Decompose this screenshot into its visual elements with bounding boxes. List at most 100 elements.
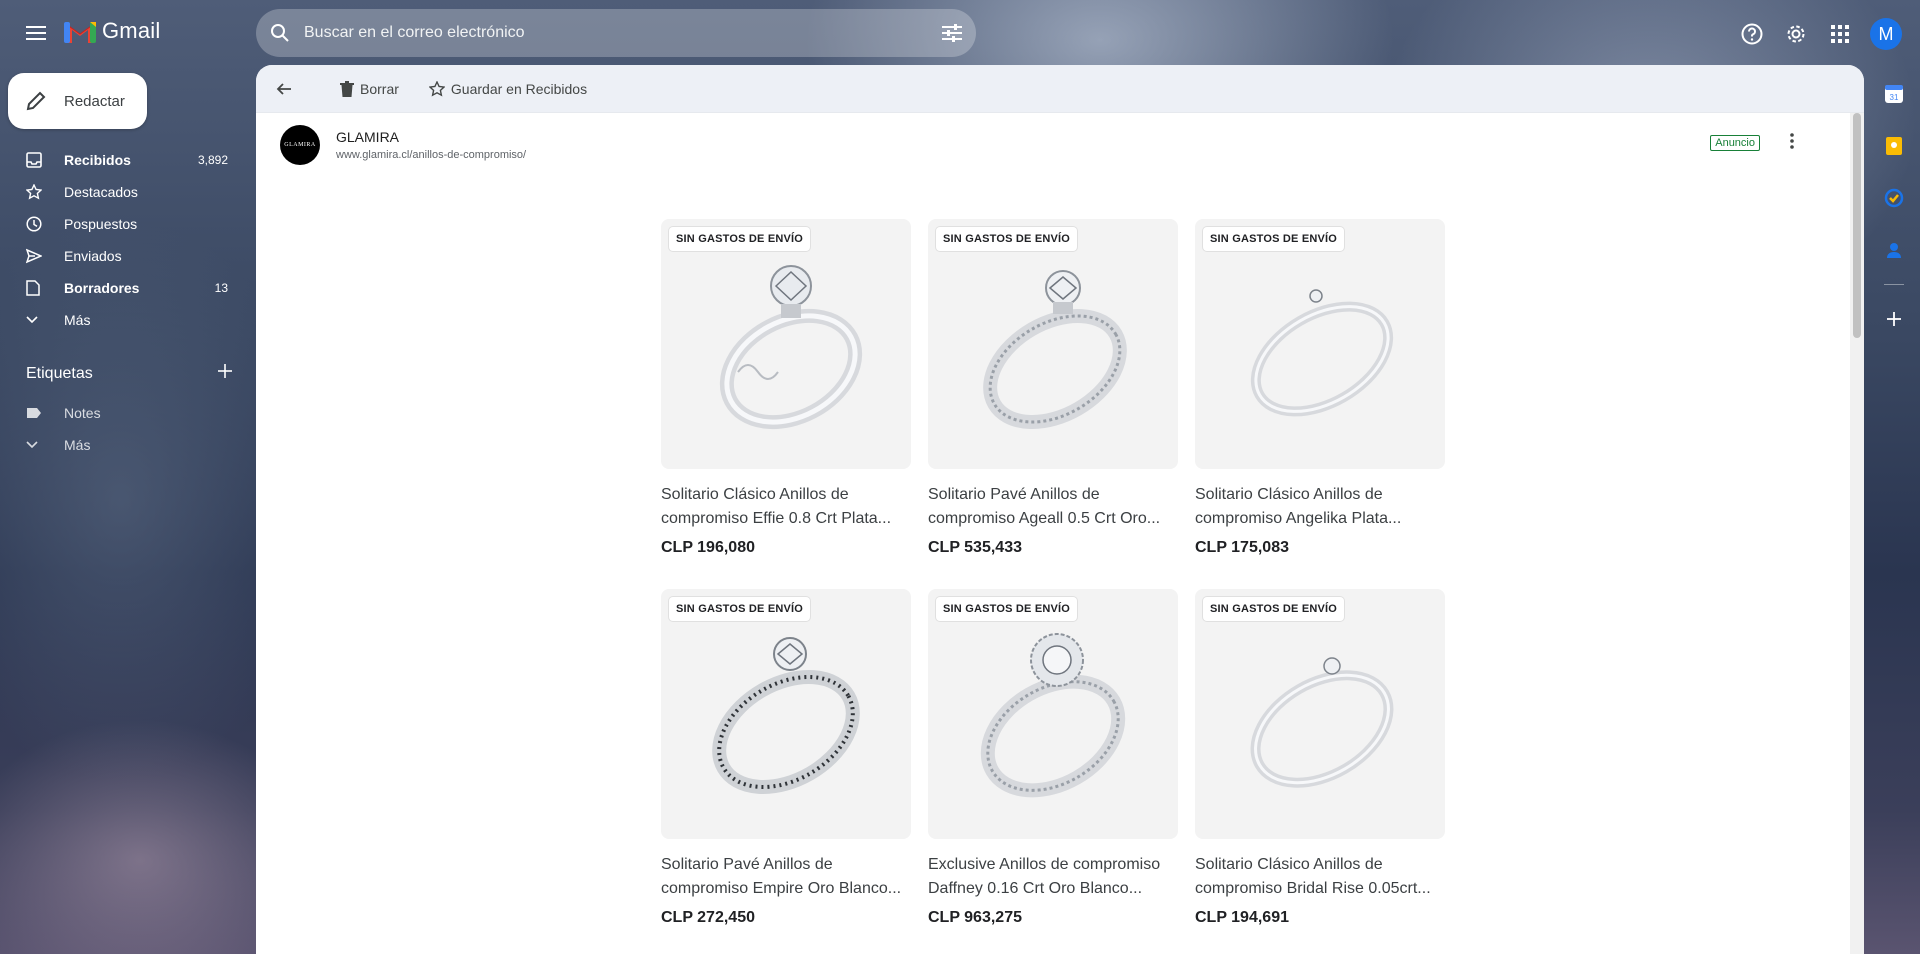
- star-outline-icon: [428, 80, 445, 97]
- top-bar: Gmail M: [0, 0, 1920, 66]
- sender-avatar: GLAMIRA: [280, 125, 320, 165]
- add-label-button[interactable]: [218, 364, 232, 383]
- product-title[interactable]: Solitario Pavé Anillos de compromiso Emp…: [661, 853, 911, 901]
- sidebar-item-label: Enviados: [64, 248, 122, 264]
- labels-header: Etiquetas: [26, 364, 232, 383]
- tasks-button[interactable]: [1878, 180, 1910, 216]
- product-title[interactable]: Exclusive Anillos de compromiso Daffney …: [928, 853, 1178, 901]
- calendar-button[interactable]: 31: [1878, 76, 1910, 112]
- back-button[interactable]: [264, 69, 304, 109]
- delete-button[interactable]: Borrar: [332, 69, 407, 109]
- star-icon: [26, 184, 64, 200]
- gmail-logo-text: Gmail: [102, 18, 161, 43]
- sidebar-item-label-notes[interactable]: Notes: [0, 397, 240, 429]
- product-card[interactable]: SIN GASTOS DE ENVÍO Exclusive Anillos de…: [928, 589, 1178, 927]
- gmail-logo[interactable]: Gmail: [64, 18, 160, 44]
- ad-badge: Anuncio: [1710, 135, 1760, 151]
- save-to-inbox-button[interactable]: Guardar en Recibidos: [421, 69, 595, 109]
- contacts-icon: [1887, 243, 1901, 258]
- sidebar-item-sent[interactable]: Enviados: [0, 240, 240, 272]
- sidebar-item-label: Más: [64, 437, 91, 453]
- free-shipping-badge: SIN GASTOS DE ENVÍO: [1203, 597, 1345, 621]
- ring-icon: [719, 265, 863, 430]
- more-options-button[interactable]: [1780, 129, 1804, 153]
- search-input[interactable]: [304, 24, 928, 42]
- trash-icon: [340, 80, 354, 97]
- sidebar-item-inbox[interactable]: Recibidos 3,892: [0, 144, 240, 176]
- search-options-button[interactable]: [928, 9, 976, 57]
- message-panel: Borrar Guardar en Recibidos GLAMIRA GLAM…: [256, 65, 1864, 954]
- unread-count: 3,892: [197, 153, 228, 167]
- hamburger-menu-icon: [26, 26, 46, 40]
- sidebar-item-snoozed[interactable]: Pospuestos: [0, 208, 240, 240]
- labels-title: Etiquetas: [26, 364, 93, 382]
- main-menu-button[interactable]: [16, 16, 56, 50]
- more-vert-icon: [1790, 133, 1794, 149]
- product-image[interactable]: SIN GASTOS DE ENVÍO: [928, 589, 1178, 839]
- help-icon: [1741, 23, 1763, 45]
- free-shipping-badge: SIN GASTOS DE ENVÍO: [669, 227, 811, 251]
- product-image[interactable]: SIN GASTOS DE ENVÍO: [928, 219, 1178, 469]
- get-addons-button[interactable]: [1878, 301, 1910, 337]
- message-toolbar: Borrar Guardar en Recibidos: [256, 65, 1864, 113]
- scrollbar-thumb[interactable]: [1853, 113, 1861, 338]
- pencil-icon: [8, 91, 64, 111]
- product-image[interactable]: SIN GASTOS DE ENVÍO: [1195, 589, 1445, 839]
- account-avatar[interactable]: M: [1870, 18, 1902, 50]
- search-bar[interactable]: [256, 9, 976, 57]
- product-title[interactable]: Solitario Clásico Anillos de compromiso …: [661, 483, 911, 531]
- support-button[interactable]: [1732, 14, 1772, 54]
- compose-label: Redactar: [64, 92, 125, 110]
- draft-icon: [26, 280, 64, 296]
- arrow-back-icon: [276, 82, 291, 95]
- product-card[interactable]: SIN GASTOS DE ENVÍO Solitario Pavé Anill…: [928, 219, 1178, 557]
- chevron-down-icon: [26, 316, 64, 324]
- sidebar-item-label: Recibidos: [64, 152, 131, 168]
- product-image[interactable]: SIN GASTOS DE ENVÍO: [661, 589, 911, 839]
- product-price: CLP 175,083: [1195, 539, 1289, 556]
- product-price: CLP 272,450: [661, 909, 755, 926]
- product-card[interactable]: SIN GASTOS DE ENVÍO Solitario Clásico An…: [661, 219, 911, 557]
- product-title[interactable]: Solitario Clásico Anillos de compromiso …: [1195, 483, 1445, 531]
- product-image[interactable]: SIN GASTOS DE ENVÍO: [661, 219, 911, 469]
- label-icon: [26, 407, 64, 419]
- apps-grid-icon: [1831, 25, 1849, 43]
- product-card[interactable]: SIN GASTOS DE ENVÍO Solitario Clásico An…: [1195, 589, 1445, 927]
- apps-button[interactable]: [1820, 14, 1860, 54]
- product-price: CLP 963,275: [928, 909, 1022, 926]
- plus-icon: [1887, 312, 1901, 326]
- delete-label: Borrar: [360, 80, 399, 97]
- compose-button[interactable]: Redactar: [8, 73, 147, 129]
- message-scrollbar[interactable]: [1850, 113, 1864, 954]
- product-card[interactable]: SIN GASTOS DE ENVÍO Solitario Pavé Anill…: [661, 589, 911, 927]
- sender-url[interactable]: www.glamira.cl/anillos-de-compromiso/: [336, 149, 526, 161]
- gear-icon: [1787, 25, 1805, 43]
- side-panel-rail: 31: [1868, 76, 1920, 337]
- sidebar-item-more[interactable]: Más: [0, 304, 240, 336]
- tune-icon: [942, 24, 962, 42]
- search-button[interactable]: [256, 9, 304, 57]
- product-price: CLP 196,080: [661, 539, 755, 556]
- labels-list: Notes Más: [0, 397, 240, 461]
- inbox-icon: [26, 152, 64, 168]
- product-card[interactable]: SIN GASTOS DE ENVÍO Solitario Clásico An…: [1195, 219, 1445, 557]
- top-right-icons: M: [1732, 14, 1902, 54]
- sidebar-item-labels-more[interactable]: Más: [0, 429, 240, 461]
- settings-button[interactable]: [1776, 14, 1816, 54]
- chevron-down-icon: [26, 441, 64, 449]
- product-price: CLP 194,691: [1195, 909, 1289, 926]
- save-to-inbox-label: Guardar en Recibidos: [450, 80, 588, 97]
- keep-button[interactable]: [1878, 128, 1910, 164]
- product-grid: SIN GASTOS DE ENVÍO Solitario Clásico An…: [661, 219, 1451, 927]
- sidebar-item-drafts[interactable]: Borradores 13: [0, 272, 240, 304]
- contacts-button[interactable]: [1878, 232, 1910, 268]
- sidebar-item-starred[interactable]: Destacados: [0, 176, 240, 208]
- sender-name: GLAMIRA: [336, 129, 400, 145]
- free-shipping-badge: SIN GASTOS DE ENVÍO: [669, 597, 811, 621]
- product-image[interactable]: SIN GASTOS DE ENVÍO: [1195, 219, 1445, 469]
- product-title[interactable]: Solitario Pavé Anillos de compromiso Age…: [928, 483, 1178, 531]
- keep-icon: [1886, 137, 1902, 155]
- product-title[interactable]: Solitario Clásico Anillos de compromiso …: [1195, 853, 1445, 901]
- sender-info: GLAMIRA www.glamira.cl/anillos-de-compro…: [336, 129, 526, 161]
- plus-icon: [218, 364, 232, 378]
